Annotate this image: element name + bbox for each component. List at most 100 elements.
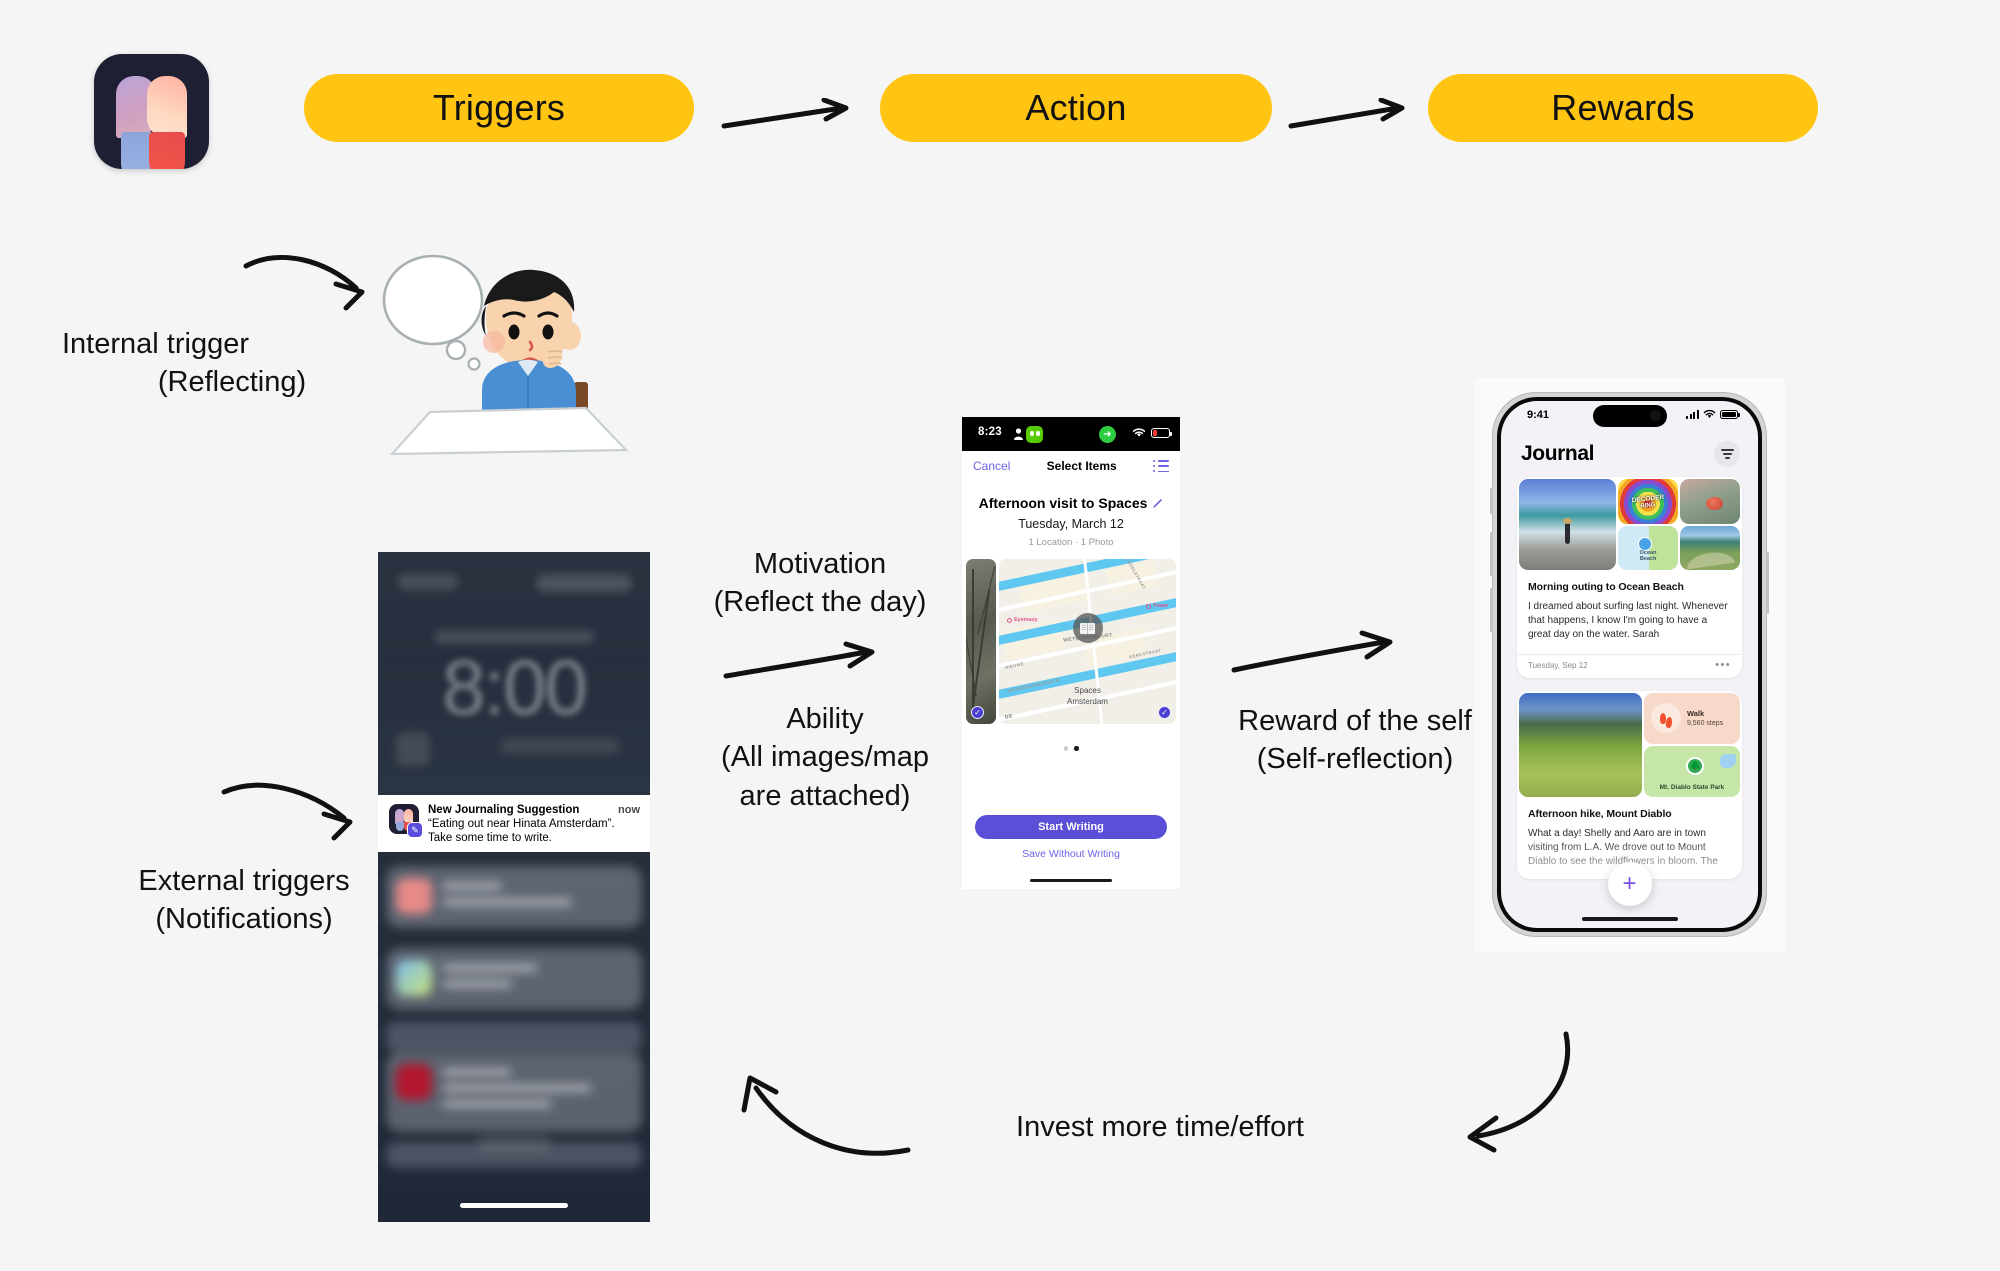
entry-title: Afternoon hike, Mount Diablo <box>1528 807 1672 820</box>
dynamic-island[interactable]: ➜ <box>1022 422 1120 447</box>
label-ability-line1: Ability <box>786 703 864 735</box>
photo-ocean-beach-map[interactable]: Ocean Beach <box>1618 525 1679 570</box>
arrow-loop-right <box>1467 1031 1571 1153</box>
cellular-signal-icon <box>1685 409 1699 419</box>
status-bar-indicators <box>1132 427 1172 438</box>
icon-petal-bottom-right <box>149 132 185 169</box>
flow-step-triggers[interactable]: Triggers <box>304 74 694 142</box>
park-label: Mt. Diablo State Park <box>1659 783 1725 791</box>
icon-petal-top-right <box>147 76 187 138</box>
footsteps-icon <box>1650 703 1681 734</box>
lock-screen-clock: 8:00 <box>442 643 588 731</box>
home-indicator <box>1581 917 1678 921</box>
entry-title: Afternoon visit to Spaces <box>978 495 1148 511</box>
status-bar: 9:41 <box>1501 401 1758 431</box>
lock-widget-right <box>500 738 620 754</box>
photo-thumbnail[interactable]: ✓ <box>966 559 996 724</box>
page-dot-2[interactable] <box>1074 746 1079 751</box>
entry-media-grid[interactable]: Walk 9,560 steps 🌲 Mt. Diablo State Park <box>1517 691 1742 799</box>
edit-pencil-icon[interactable] <box>1152 498 1163 509</box>
map-poi-eyemazy: Eyemazy <box>1007 617 1038 623</box>
label-reward-line2: (Self-reflection) <box>1256 743 1454 776</box>
mute-switch[interactable] <box>1490 488 1493 514</box>
volume-down-button[interactable] <box>1490 588 1493 632</box>
label-internal-trigger-line2: (Reflecting) <box>157 366 307 399</box>
blurred-notification-stack[interactable] <box>378 852 650 1222</box>
entry-date: Tuesday, March 12 <box>1018 517 1124 531</box>
map-place-name: Spaces Amsterdam <box>1067 686 1108 707</box>
photo-mount-diablo-meadow[interactable] <box>1519 692 1642 797</box>
blurred-notification-3[interactable] <box>386 1052 642 1132</box>
arrow-to-lockphone <box>221 782 353 841</box>
journaling-suggestion-notification[interactable]: ✎ New Journaling Suggestion now “Eating … <box>378 795 650 857</box>
walk-workout-tile[interactable]: Walk 9,560 steps <box>1643 692 1740 744</box>
walk-value: 9,560 steps <box>1686 720 1724 728</box>
flow-step-action[interactable]: Action <box>880 74 1272 142</box>
photo-decoder-ring-album-art[interactable]: DECODER RING <box>1618 479 1679 524</box>
label-invest: Invest more time/effort <box>970 1108 1350 1146</box>
status-bar-indicators <box>1685 409 1740 419</box>
arrow-triggers-to-action <box>721 98 849 129</box>
iphone-lock-screen: 8:00 ✎ New Journaling Suggestion now “Ea… <box>378 552 650 1222</box>
power-button[interactable] <box>1766 552 1769 614</box>
save-without-writing-button[interactable]: Save Without Writing <box>962 848 1180 860</box>
lock-screen-wallpaper: 8:00 <box>378 552 650 795</box>
arrow-action-to-rewards <box>1288 98 1405 129</box>
page-title: Journal <box>1521 442 1595 465</box>
battery-icon <box>1720 409 1740 419</box>
notification-timestamp: now <box>618 804 640 816</box>
label-internal-trigger-line1: Internal trigger <box>62 328 249 360</box>
label-ability-line3: are attached) <box>739 779 911 812</box>
arrow-loop-left <box>741 1075 911 1156</box>
entry-media-grid[interactable]: DECODER RING Ocean Beach <box>1517 477 1742 572</box>
photo-sea-urchin[interactable] <box>1680 479 1740 524</box>
volume-up-button[interactable] <box>1490 532 1493 576</box>
journal-entry-card[interactable]: DECODER RING Ocean Beach Morning outing … <box>1517 477 1742 678</box>
compose-entry-button[interactable]: + <box>1607 862 1652 906</box>
status-bar-left-blur <box>398 574 458 590</box>
carousel-page-dots[interactable] <box>962 746 1180 751</box>
cancel-button[interactable]: Cancel <box>973 459 1010 473</box>
map-selected-check[interactable]: ✓ <box>1158 706 1171 719</box>
list-icon[interactable] <box>1153 459 1169 473</box>
status-bar-right-blur <box>536 574 632 592</box>
journal-header: Journal <box>1501 431 1758 477</box>
person-thinking-illustration <box>382 254 628 455</box>
label-reward-line1: Reward of the self <box>1238 705 1472 737</box>
map-street-5: DE <box>1004 713 1014 721</box>
map-thumbnail[interactable]: Foam Eyemazy VIJZELSTRAAT KERKSTRAAT NIE… <box>999 559 1176 724</box>
blurred-flashlight-control <box>477 1134 551 1152</box>
label-ability: Ability (All images/map are attached) <box>700 700 950 815</box>
dynamic-island <box>1592 405 1667 427</box>
photo-surfer-on-beach[interactable] <box>1519 479 1617 570</box>
entry-date: Tuesday, Sep 12 <box>1528 660 1588 670</box>
wifi-icon <box>1132 428 1146 437</box>
map-place-icon <box>1072 613 1103 644</box>
journal-entry-card[interactable]: Walk 9,560 steps 🌲 Mt. Diablo State Park <box>1517 690 1742 880</box>
flow-step-rewards[interactable]: Rewards <box>1428 74 1818 142</box>
entry-text: I dreamed about surfing last night. When… <box>1528 601 1728 641</box>
diagram-canvas: Triggers Action Rewards Internal trigger… <box>0 0 2000 1271</box>
park-location-tile[interactable]: 🌲 Mt. Diablo State Park <box>1643 745 1740 797</box>
blurred-notification-1[interactable] <box>386 866 642 928</box>
journal-app-screen: 9:41 Journal DECODER RING Ocean Beach Mo… <box>1490 392 1769 937</box>
start-writing-button[interactable]: Start Writing <box>975 815 1167 839</box>
filter-icon[interactable] <box>1714 441 1740 467</box>
status-bar-time: 9:41 <box>1527 409 1550 421</box>
photo-coastal-road[interactable] <box>1680 525 1740 570</box>
entry-meta: 1 Location · 1 Photo <box>1028 537 1114 548</box>
home-indicator <box>1030 878 1112 882</box>
entry-menu-button[interactable]: ••• <box>1715 660 1731 670</box>
label-reward: Reward of the self (Self-reflection) <box>1225 702 1485 779</box>
notification-body: “Eating out near Hinata Amsterdam”. Take… <box>428 818 615 845</box>
page-dot-1[interactable] <box>1063 746 1068 751</box>
select-items-screen: 8:23 ➜ Cancel Select Items Afternoon vis… <box>962 417 1180 889</box>
journaling-app-icon <box>94 54 209 169</box>
label-motivation-line1: Motivation <box>753 548 887 580</box>
blurred-notification-2[interactable] <box>386 948 642 1010</box>
media-carousel[interactable]: ✓ Foam Eyemazy VIJZELSTRAAT KERKSTRAAT N… <box>962 559 1180 724</box>
photo-selected-check[interactable]: ✓ <box>971 706 984 719</box>
nav-title: Select Items <box>1046 459 1117 473</box>
home-indicator <box>460 1203 568 1208</box>
entry-footer: Tuesday, Sep 12 ••• <box>1517 653 1742 678</box>
